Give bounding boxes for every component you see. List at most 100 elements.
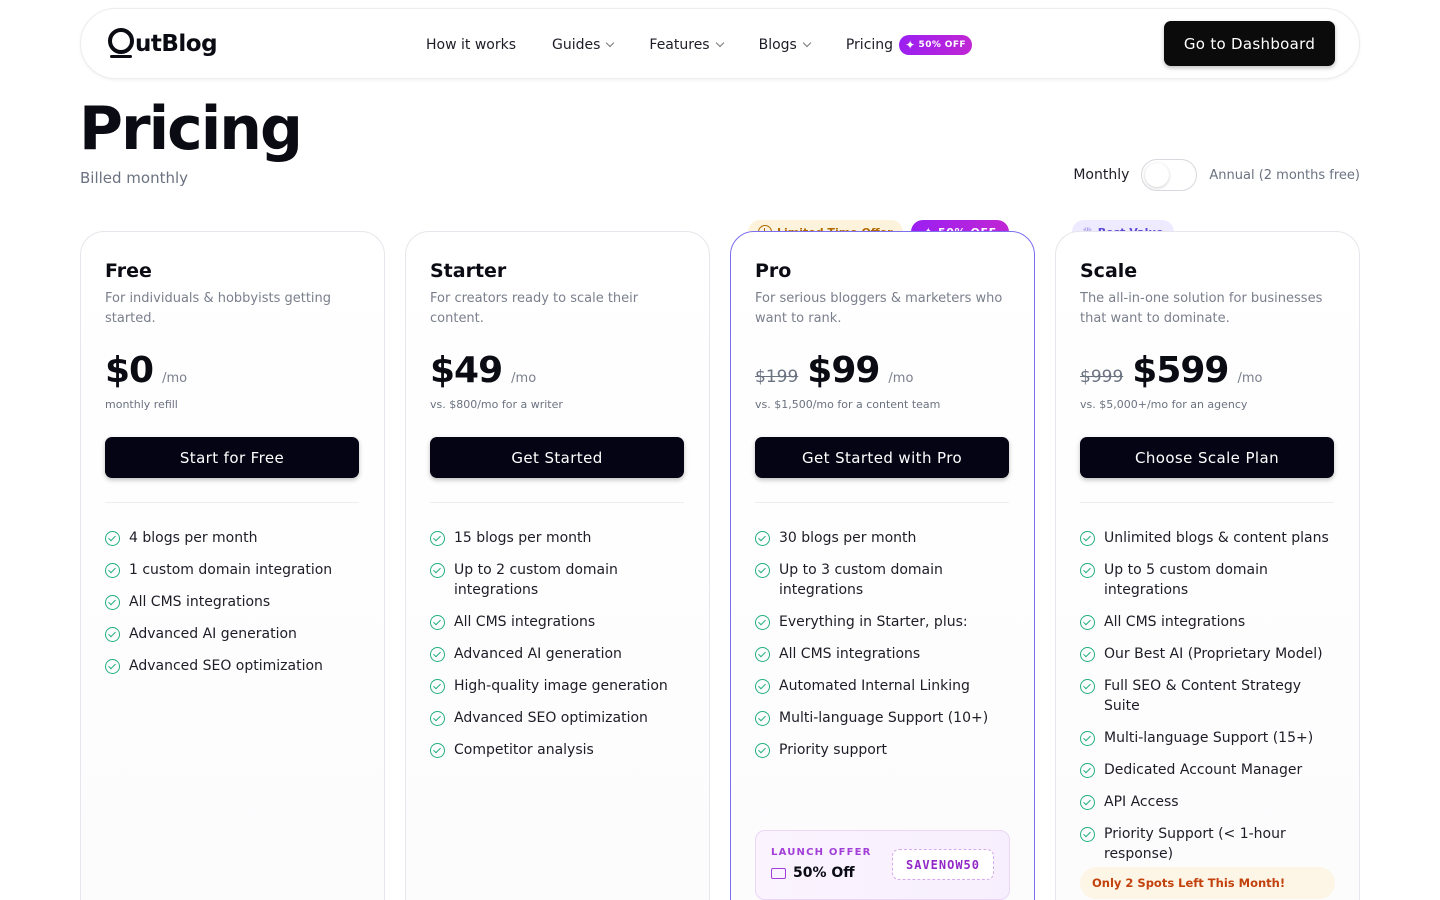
feature-list: Unlimited blogs & content plans Up to 5 …: [1080, 528, 1340, 876]
feature-item: Advanced SEO optimization: [430, 708, 690, 728]
feature-text: Up to 3 custom domain integrations: [779, 562, 943, 598]
feature-item: 1 custom domain integration: [105, 560, 365, 580]
launch-offer-value: 50% Off: [771, 865, 855, 881]
divider: [105, 502, 359, 503]
billing-switch[interactable]: [1141, 159, 1198, 191]
choose-scale-plan-button[interactable]: Choose Scale Plan: [1080, 437, 1334, 478]
check-circle-icon: [1080, 827, 1095, 842]
plan-description: For creators ready to scale their conten…: [430, 291, 639, 326]
feature-text: Advanced AI generation: [454, 646, 622, 662]
nav-guides[interactable]: Guides: [552, 36, 615, 53]
badge-text: 50% OFF: [918, 39, 966, 50]
nav-pricing[interactable]: Pricing ✦ 50% OFF: [846, 34, 972, 55]
feature-item: Advanced AI generation: [430, 644, 690, 664]
feature-list: 15 blogs per month Up to 2 custom domain…: [430, 528, 690, 772]
feature-text: Automated Internal Linking: [779, 678, 970, 694]
check-circle-icon: [430, 743, 445, 758]
check-circle-icon: [1080, 795, 1095, 810]
feature-text: Up to 5 custom domain integrations: [1104, 562, 1268, 598]
feature-item: All CMS integrations: [430, 612, 690, 632]
feature-item: 30 blogs per month: [755, 528, 1015, 548]
price-row: $999 $599 /mo: [1080, 350, 1262, 391]
launch-offer-label: LAUNCH OFFER: [771, 847, 872, 858]
plan-card-free: Free For individuals & hobbyists getting…: [80, 231, 385, 900]
feature-text: Advanced SEO optimization: [454, 710, 648, 726]
feature-item: Up to 3 custom domain integrations: [755, 560, 1015, 600]
feature-text: API Access: [1104, 794, 1179, 810]
feature-text: Unlimited blogs & content plans: [1104, 530, 1329, 546]
feature-item: 15 blogs per month: [430, 528, 690, 548]
sparkle-icon: ✦: [905, 37, 916, 52]
feature-list: 30 blogs per month Up to 3 custom domain…: [755, 528, 1015, 772]
monthly-label[interactable]: Monthly: [1073, 167, 1129, 183]
feature-item: Up to 5 custom domain integrations: [1080, 560, 1340, 600]
plan-name: Free: [105, 260, 152, 282]
start-for-free-button[interactable]: Start for Free: [105, 437, 359, 478]
feature-item: Multi-language Support (10+): [755, 708, 1015, 728]
price-row: $199 $99 /mo: [755, 350, 913, 391]
price-note: monthly refill: [105, 398, 178, 411]
nav-label: Features: [649, 36, 710, 53]
logo[interactable]: utBlog: [108, 27, 218, 61]
plan-description: For serious bloggers & marketers who wan…: [755, 291, 1003, 326]
pricing-discount-badge: ✦ 50% OFF: [899, 34, 972, 55]
check-circle-icon: [430, 647, 445, 662]
nav-features[interactable]: Features: [649, 36, 724, 53]
get-started-button[interactable]: Get Started: [430, 437, 684, 478]
feature-item: Our Best AI (Proprietary Model): [1080, 644, 1340, 664]
feature-item: All CMS integrations: [1080, 612, 1340, 632]
price-note: vs. $5,000+/mo for an agency: [1080, 398, 1248, 411]
feature-text: Priority Support (< 1-hour response): [1104, 826, 1286, 862]
get-started-with-pro-button[interactable]: Get Started with Pro: [755, 437, 1009, 478]
check-circle-icon: [1080, 731, 1095, 746]
feature-item: High-quality image generation: [430, 676, 690, 696]
launch-offer-box: LAUNCH OFFER 50% Off SAVENOW50: [755, 830, 1010, 900]
divider: [755, 502, 1009, 503]
plan-price: $0: [105, 350, 154, 391]
switch-knob: [1145, 163, 1170, 187]
feature-item: 4 blogs per month: [105, 528, 365, 548]
top-navbar: utBlog How it works Guides Features Blog…: [80, 8, 1360, 79]
feature-item: Full SEO & Content Strategy Suite: [1080, 676, 1340, 716]
price-note: vs. $800/mo for a writer: [430, 398, 563, 411]
go-to-dashboard-button[interactable]: Go to Dashboard: [1164, 21, 1335, 66]
logo-mark-icon: [108, 27, 134, 61]
plan-price: $99: [807, 350, 880, 391]
ticket-icon: [771, 867, 786, 879]
feature-item: Competitor analysis: [430, 740, 690, 760]
feature-item: Up to 2 custom domain integrations: [430, 560, 690, 600]
feature-text: All CMS integrations: [129, 594, 271, 610]
nav-blogs[interactable]: Blogs: [759, 37, 812, 53]
price-row: $0 /mo: [105, 350, 187, 391]
coupon-code[interactable]: SAVENOW50: [892, 849, 994, 880]
nav-how-it-works[interactable]: How it works: [426, 37, 516, 53]
feature-text: Up to 2 custom domain integrations: [454, 562, 618, 598]
check-circle-icon: [105, 595, 120, 610]
feature-text: 30 blogs per month: [779, 530, 917, 546]
billing-toggle: Monthly Annual (2 months free): [1073, 159, 1360, 191]
feature-item: Advanced SEO optimization: [105, 656, 365, 676]
check-circle-icon: [105, 531, 120, 546]
feature-item: API Access: [1080, 792, 1340, 812]
check-circle-icon: [105, 627, 120, 642]
feature-text: Multi-language Support (15+): [1104, 730, 1314, 746]
feature-text: All CMS integrations: [454, 614, 596, 630]
check-circle-icon: [755, 743, 770, 758]
check-circle-icon: [430, 531, 445, 546]
feature-text: Our Best AI (Proprietary Model): [1104, 646, 1323, 662]
feature-item: Advanced AI generation: [105, 624, 365, 644]
check-circle-icon: [755, 647, 770, 662]
annual-label[interactable]: Annual (2 months free): [1209, 168, 1360, 183]
price-period: /mo: [511, 371, 537, 386]
main-menu: How it works Guides Features Blogs Prici…: [426, 9, 1008, 80]
page-title: Pricing: [79, 94, 303, 164]
nav-label: Guides: [552, 36, 601, 53]
billing-period-label: Billed monthly: [80, 169, 189, 187]
feature-item: Dedicated Account Manager: [1080, 760, 1340, 780]
check-circle-icon: [755, 679, 770, 694]
check-circle-icon: [1080, 763, 1095, 778]
plan-name: Starter: [430, 260, 507, 282]
feature-text: 1 custom domain integration: [129, 562, 333, 578]
feature-text: Full SEO & Content Strategy Suite: [1104, 678, 1302, 714]
feature-text: Everything in Starter, plus:: [779, 614, 968, 630]
